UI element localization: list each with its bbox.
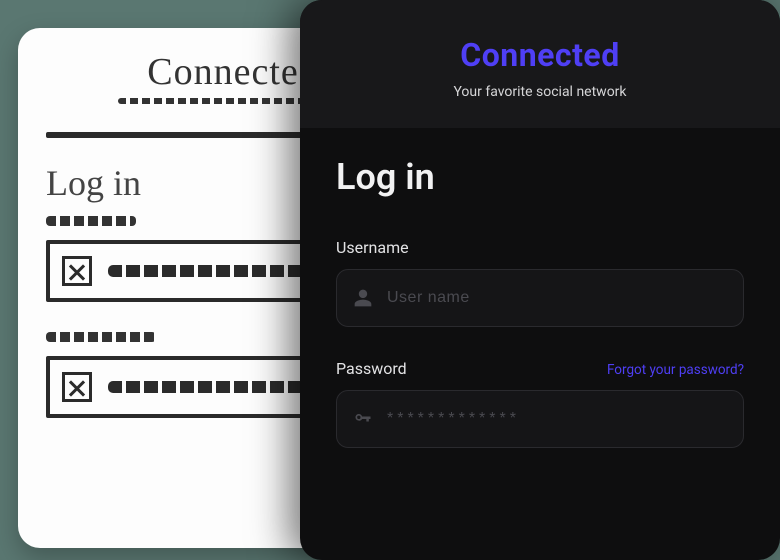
password-input-wrap[interactable]	[336, 390, 744, 448]
username-label: Username	[336, 238, 409, 257]
form-title: Log in	[336, 156, 744, 198]
login-body: Log in Username Password Forgot your pas…	[300, 128, 780, 476]
username-label-row: Username	[336, 238, 744, 257]
key-icon	[353, 409, 373, 429]
username-input-wrap[interactable]	[336, 269, 744, 327]
password-input[interactable]	[387, 410, 727, 428]
tagline: Your favorite social network	[300, 84, 780, 100]
sketch-label-squiggle-2	[46, 332, 156, 342]
username-input[interactable]	[387, 289, 727, 307]
login-header: Connected Your favorite social network	[300, 0, 780, 128]
password-label: Password	[336, 359, 407, 378]
sketch-label-squiggle-1	[46, 216, 136, 226]
sketch-icon-placeholder	[62, 372, 92, 402]
forgot-password-link[interactable]: Forgot your password?	[607, 362, 744, 378]
login-card: Connected Your favorite social network L…	[300, 0, 780, 560]
password-label-row: Password Forgot your password?	[336, 359, 744, 378]
user-icon	[353, 288, 373, 308]
brand-title: Connected	[300, 36, 780, 74]
sketch-icon-placeholder	[62, 256, 92, 286]
